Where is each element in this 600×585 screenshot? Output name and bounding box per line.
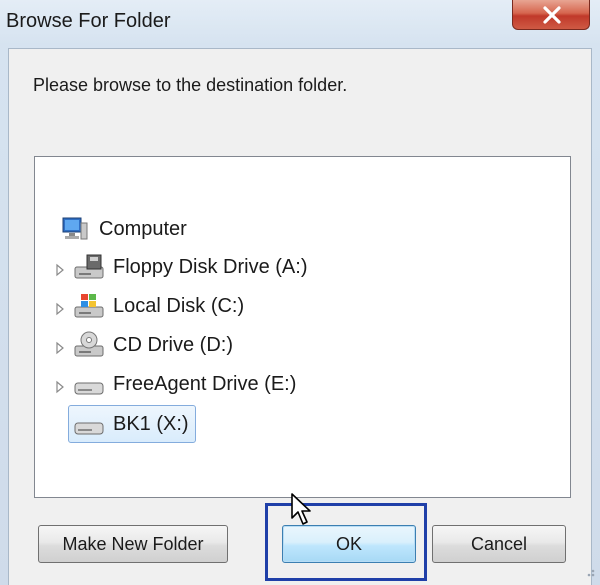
- tree-item-computer[interactable]: Computer: [59, 212, 187, 246]
- tree-item-bk1[interactable]: BK1 (X:): [68, 405, 196, 443]
- browse-folder-dialog: Browse For Folder Please browse to the d…: [0, 0, 600, 585]
- tree-item-label: Local Disk (C:): [113, 294, 245, 317]
- close-icon: [543, 6, 561, 24]
- cancel-button[interactable]: Cancel: [432, 525, 566, 563]
- floppy-drive-icon: [73, 253, 105, 281]
- tree-item-label: Computer: [99, 217, 187, 240]
- mouse-cursor-icon: [290, 492, 316, 533]
- expand-arrow-icon[interactable]: [55, 377, 65, 394]
- tree-item-label: Floppy Disk Drive (A:): [113, 255, 308, 278]
- make-new-folder-button[interactable]: Make New Folder: [38, 525, 228, 563]
- external-drive-icon: [73, 410, 105, 438]
- title-bar[interactable]: Browse For Folder: [0, 0, 600, 48]
- resize-grip-icon[interactable]: [582, 564, 596, 583]
- tree-item-freeagent-drive[interactable]: FreeAgent Drive (E:): [55, 367, 296, 401]
- tree-item-label: FreeAgent Drive (E:): [113, 372, 297, 395]
- tree-item-floppy-drive[interactable]: Floppy Disk Drive (A:): [55, 250, 307, 284]
- external-drive-icon: [73, 370, 105, 398]
- expand-arrow-icon[interactable]: [55, 260, 65, 277]
- expand-arrow-icon[interactable]: [55, 299, 65, 316]
- close-button[interactable]: [512, 0, 590, 30]
- instruction-text: Please browse to the destination folder.: [33, 75, 348, 95]
- folder-tree[interactable]: Computer Floppy Disk Drive (A:) Local Di…: [34, 156, 571, 498]
- expand-arrow-icon[interactable]: [55, 338, 65, 355]
- tree-item-cd-drive[interactable]: CD Drive (D:): [55, 328, 233, 362]
- dialog-title: Browse For Folder: [6, 10, 171, 32]
- tree-item-label: CD Drive (D:): [113, 333, 233, 356]
- cd-drive-icon: [73, 331, 105, 359]
- local-disk-icon: [73, 292, 105, 320]
- tree-item-local-disk[interactable]: Local Disk (C:): [55, 289, 244, 323]
- computer-icon: [59, 215, 91, 243]
- tree-item-label: BK1 (X:): [113, 412, 189, 435]
